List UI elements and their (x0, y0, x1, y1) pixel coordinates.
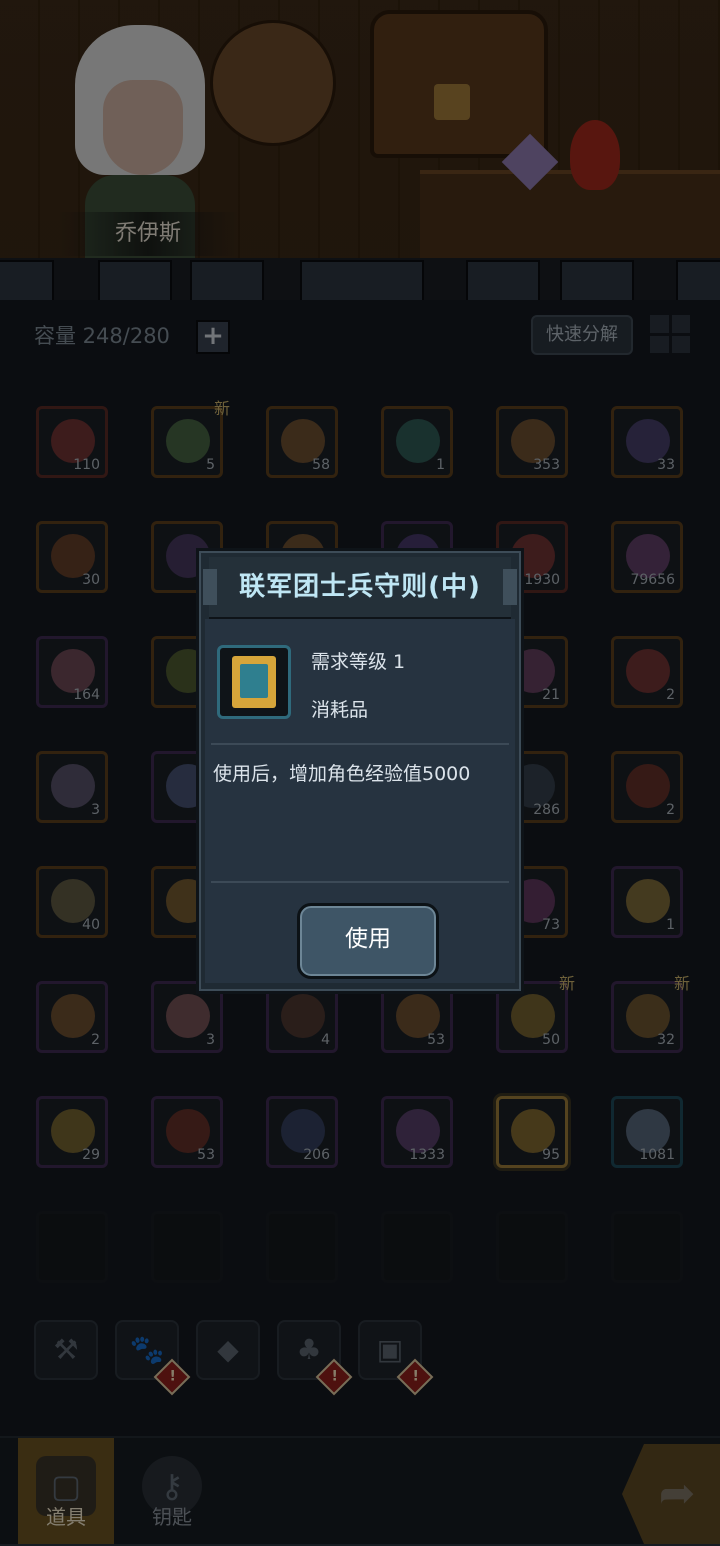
divider (211, 881, 509, 883)
use-button[interactable]: 使用 (297, 903, 439, 979)
item-detail-modal: 联军团士兵守则(中) 需求等级 1 消耗品 使用后，增加角色经验值5000 使用 (196, 548, 524, 994)
item-description: 使用后，增加角色经验值5000 (213, 763, 471, 785)
book-item-icon (217, 645, 291, 719)
level-requirement: 需求等级 1 (311, 651, 406, 673)
item-type: 消耗品 (311, 699, 369, 721)
divider (211, 743, 509, 745)
modal-body: 需求等级 1 消耗品 使用后，增加角色经验值5000 使用 (205, 619, 515, 983)
modal-title: 联军团士兵守则(中) (203, 557, 517, 620)
